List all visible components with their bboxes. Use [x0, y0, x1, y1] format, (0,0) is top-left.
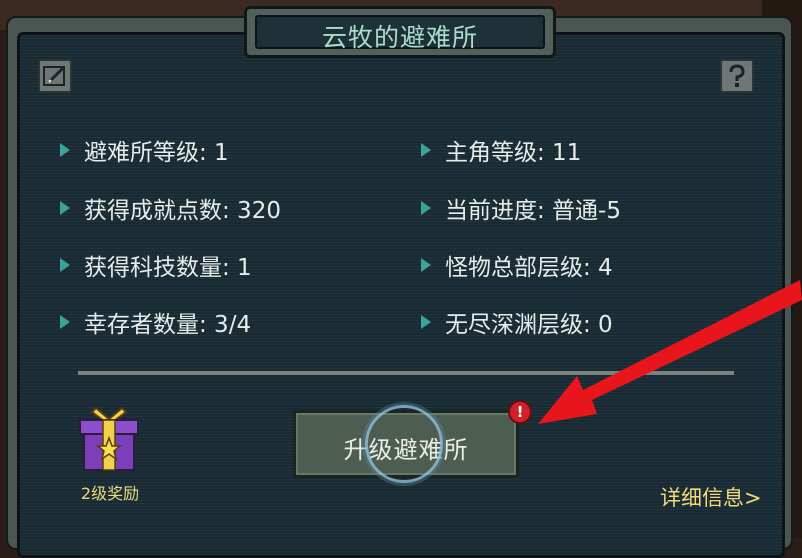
bullet-icon	[60, 143, 70, 157]
stat-label: 主角等级: 11	[445, 140, 582, 166]
bullet-icon	[60, 258, 70, 272]
bullet-icon	[60, 201, 70, 215]
stat-tech-count: 获得科技数量: 1	[60, 247, 252, 283]
stat-label: 幸存者数量: 3/4	[84, 312, 252, 338]
edit-button[interactable]	[38, 59, 72, 93]
title-tab: 云牧的避难所	[244, 6, 556, 58]
reward-gift-button[interactable]	[76, 404, 142, 474]
stat-hero-level: 主角等级: 11	[421, 132, 581, 168]
bullet-icon	[421, 143, 431, 157]
bullet-icon	[421, 201, 431, 215]
stat-achievement-points: 获得成就点数: 320	[60, 190, 281, 226]
details-link[interactable]: 详细信息>	[660, 482, 762, 512]
help-icon	[729, 64, 745, 87]
stat-monster-hq-level: 怪物总部层级: 4	[421, 247, 613, 283]
gift-box-icon	[79, 406, 139, 471]
stat-abyss-level: 无尽深渊层级: 0	[421, 304, 613, 340]
tap-highlight-ring	[365, 405, 443, 483]
edit-icon	[43, 65, 66, 86]
stat-label: 怪物总部层级: 4	[445, 255, 613, 281]
stat-label: 获得成就点数: 320	[84, 198, 281, 224]
reward-label: 2级奖励	[80, 484, 140, 503]
stat-survivors: 幸存者数量: 3/4	[60, 304, 251, 340]
bullet-icon	[421, 315, 431, 329]
alert-badge: !	[508, 400, 532, 424]
stat-label: 避难所等级: 1	[84, 140, 229, 166]
bullet-icon	[60, 315, 70, 329]
stat-label: 当前进度: 普通-5	[445, 198, 621, 224]
panel-title: 云牧的避难所	[321, 23, 478, 52]
stat-label: 无尽深渊层级: 0	[445, 312, 613, 338]
stat-label: 获得科技数量: 1	[84, 255, 252, 281]
stat-progress: 当前进度: 普通-5	[421, 190, 621, 226]
help-button[interactable]	[720, 59, 754, 93]
stat-shelter-level: 避难所等级: 1	[60, 132, 229, 168]
divider	[78, 371, 734, 375]
bullet-icon	[421, 258, 431, 272]
